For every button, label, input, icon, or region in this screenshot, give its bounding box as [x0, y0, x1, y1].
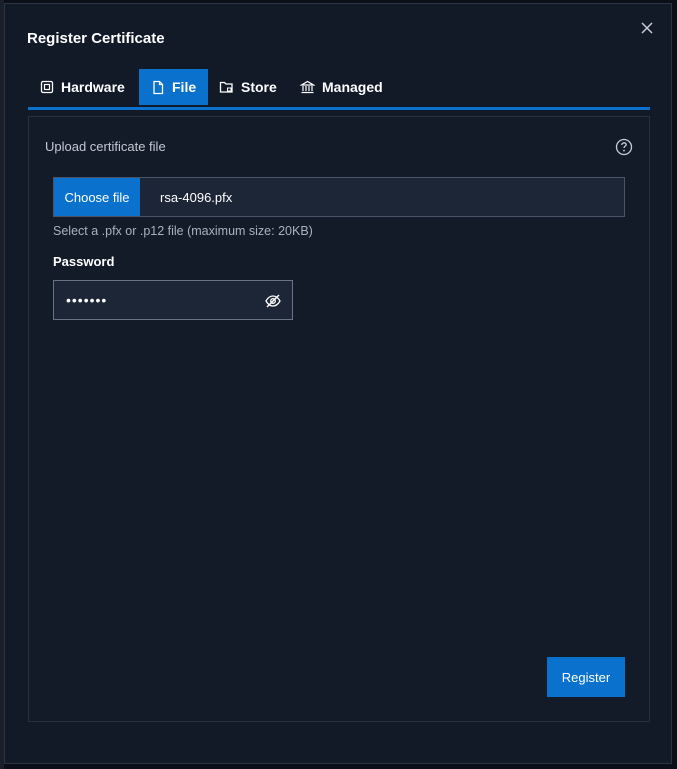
password-field[interactable]: ••••••• — [53, 280, 293, 320]
choose-file-button[interactable]: Choose file — [54, 178, 140, 216]
file-upload-control[interactable]: Choose file rsa-4096.pfx — [53, 177, 625, 217]
tab-managed-label: Managed — [322, 79, 383, 95]
help-icon — [615, 138, 633, 156]
register-certificate-dialog: Register Certificate Hardware File Store… — [4, 3, 672, 764]
password-label: Password — [53, 254, 115, 269]
dialog-title: Register Certificate — [27, 30, 165, 47]
tab-file[interactable]: File — [139, 69, 208, 105]
tab-bar: Hardware File Store Managed — [28, 69, 650, 110]
tab-hardware-label: Hardware — [61, 79, 125, 95]
file-icon — [153, 80, 164, 94]
tab-store[interactable]: Store — [209, 69, 287, 105]
tab-file-label: File — [172, 79, 197, 95]
help-button[interactable] — [615, 138, 633, 156]
eye-slash-icon — [265, 294, 281, 308]
tab-hardware[interactable]: Hardware — [28, 69, 138, 105]
close-icon — [641, 22, 653, 34]
file-tab-panel: Upload certificate file Choose file rsa-… — [28, 116, 650, 722]
password-value: ••••••• — [66, 292, 108, 308]
selected-file-name: rsa-4096.pfx — [160, 189, 233, 205]
upload-help-text: Select a .pfx or .p12 file (maximum size… — [53, 224, 313, 238]
upload-label: Upload certificate file — [45, 139, 166, 154]
tab-managed[interactable]: Managed — [290, 69, 390, 105]
close-button[interactable] — [639, 20, 655, 36]
toggle-password-visibility-button[interactable] — [264, 292, 282, 310]
hardware-icon — [40, 80, 54, 94]
register-button[interactable]: Register — [547, 657, 625, 697]
tab-store-label: Store — [241, 79, 277, 95]
managed-icon — [300, 80, 315, 94]
store-icon — [219, 81, 233, 93]
